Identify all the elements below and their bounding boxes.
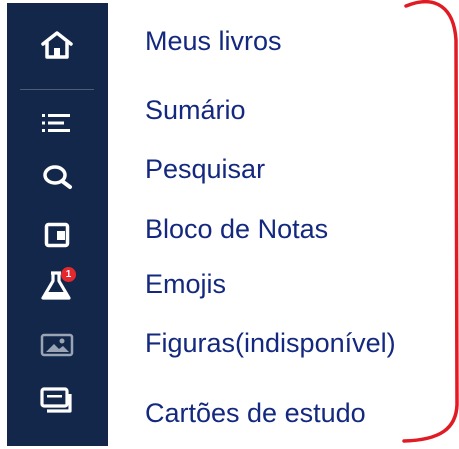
home-icon[interactable]	[29, 25, 85, 65]
annotation-arc	[402, 0, 459, 443]
flashcards-icon[interactable]	[29, 381, 85, 421]
menu-item-emojis[interactable]: Emojis	[145, 264, 226, 304]
menu-item-meus-livros[interactable]: Meus livros	[145, 21, 282, 61]
menu-item-bloco-de-notas[interactable]: Bloco de Notas	[145, 209, 328, 249]
flask-icon[interactable]: 1	[29, 265, 85, 305]
sidebar: 1	[7, 3, 108, 446]
sidebar-divider	[20, 89, 94, 90]
notepad-icon[interactable]	[29, 215, 85, 255]
notification-badge: 1	[61, 267, 76, 282]
menu-item-cartoes-de-estudo[interactable]: Cartões de estudo	[145, 393, 366, 433]
search-icon[interactable]	[29, 157, 85, 197]
menu-item-pesquisar[interactable]: Pesquisar	[145, 149, 265, 189]
menu-item-figuras: Figuras(indisponível)	[145, 328, 396, 358]
image-icon	[29, 325, 85, 365]
menu-item-sumario[interactable]: Sumário	[145, 90, 246, 130]
list-icon[interactable]	[29, 103, 85, 143]
